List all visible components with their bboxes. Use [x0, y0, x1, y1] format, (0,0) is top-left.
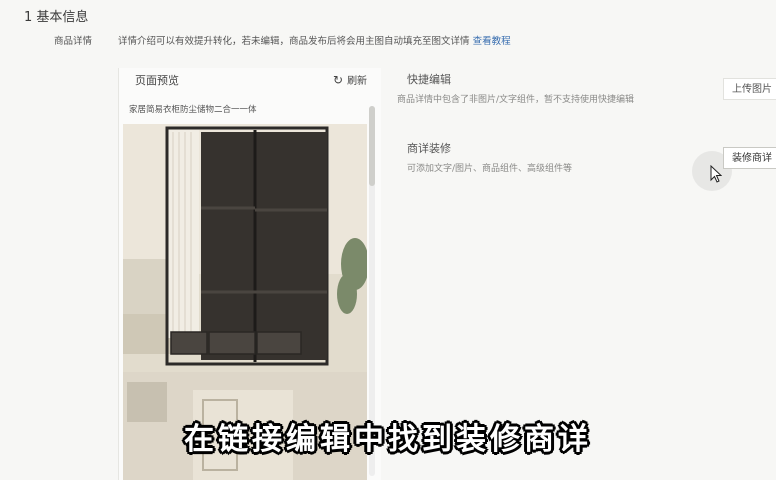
- product-title: 家居简易衣柜防尘储物二合一一体: [129, 105, 257, 115]
- detail-label: 商品详情: [54, 36, 93, 47]
- detail-description: 商品详情 详情介绍可以有效提升转化，若未编辑，商品发布后将会用主图自动填充至图文详…: [54, 33, 511, 47]
- decorate-detail-button[interactable]: 装修商详: [723, 147, 776, 169]
- upload-image-button[interactable]: 上传图片: [723, 78, 776, 100]
- video-subtitle: 在链接编辑中找到装修商详: [184, 422, 592, 457]
- refresh-button[interactable]: ↻ 刷新: [333, 72, 368, 88]
- decoration-title: 商详装修: [407, 142, 451, 155]
- view-tutorial-link[interactable]: 查看教程: [473, 36, 511, 47]
- preview-scroll-thumb[interactable]: [369, 106, 375, 186]
- quick-edit-desc: 商品详情中包含了非图片/文字组件，暂不支持使用快捷编辑: [397, 95, 635, 105]
- refresh-icon: ↻: [333, 72, 344, 87]
- mouse-cursor-icon: [710, 165, 722, 183]
- quick-edit-title: 快捷编辑: [407, 73, 451, 86]
- section-title: 1 基本信息: [24, 10, 89, 25]
- decoration-desc: 可添加文字/图片、商品组件、高级组件等: [407, 164, 573, 174]
- preview-title: 页面预览: [135, 74, 179, 87]
- detail-text: 详情介绍可以有效提升转化，若未编辑，商品发布后将会用主图自动填充至图文详情: [118, 36, 470, 47]
- refresh-label: 刷新: [347, 76, 368, 87]
